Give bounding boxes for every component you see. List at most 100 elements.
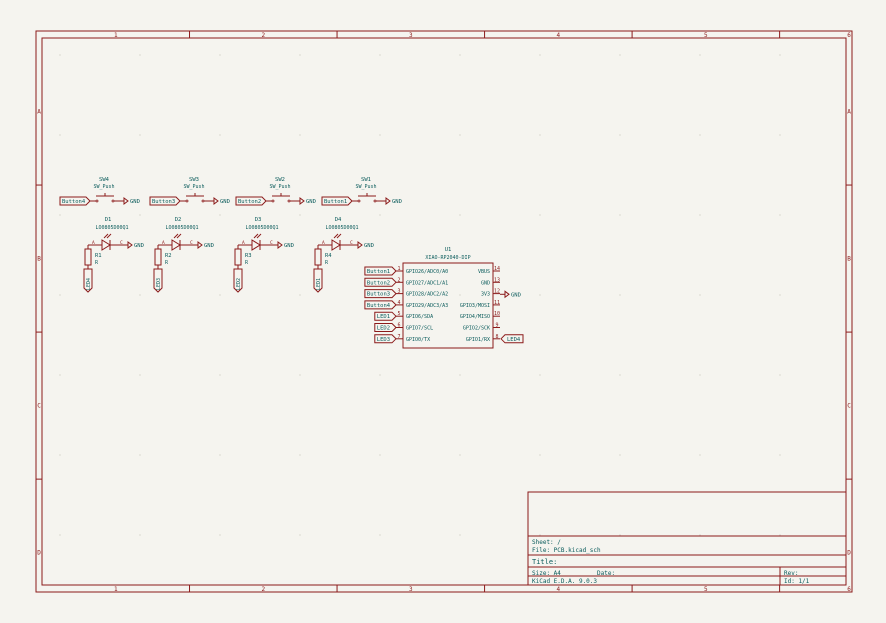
pin-name: GPIO4/MISO <box>460 314 490 320</box>
row-marker: C <box>847 403 851 410</box>
pin-number: 8 <box>495 334 498 340</box>
grid-dot <box>299 134 301 136</box>
grid-dot <box>619 374 621 376</box>
grid-dot <box>779 374 781 376</box>
title-block-rev: Rev: <box>784 570 798 577</box>
net-label[interactable]: LED3 <box>156 278 162 290</box>
pin-name: GPIO29/ADC3/A3 <box>406 303 448 309</box>
ground-label: GND <box>134 243 144 249</box>
grid-dot <box>59 294 61 296</box>
grid-dot <box>779 54 781 56</box>
ground-label: GND <box>511 292 521 298</box>
grid-dot <box>699 134 701 136</box>
grid-dot <box>619 454 621 456</box>
led-reference: D4 <box>335 217 342 223</box>
net-label[interactable]: Button4 <box>62 199 86 205</box>
ground-label: GND <box>364 243 374 249</box>
grid-dot <box>379 134 381 136</box>
grid-dot <box>699 54 701 56</box>
pin-number: 10 <box>494 311 500 317</box>
grid-dot <box>619 294 621 296</box>
grid-dot <box>779 294 781 296</box>
pin-number: 4 <box>397 300 400 306</box>
grid-dot <box>139 214 141 216</box>
net-label[interactable]: Button1 <box>324 199 347 205</box>
grid-dot <box>379 454 381 456</box>
ground-label: GND <box>392 199 402 205</box>
net-label[interactable]: LED4 <box>86 278 92 290</box>
pin-name: GPIO3/MOSI <box>460 303 490 309</box>
grid-dot <box>139 534 141 536</box>
title-block-id: Id: 1/1 <box>784 578 810 585</box>
net-label[interactable]: Button1 <box>367 269 390 275</box>
grid-dot <box>619 134 621 136</box>
column-marker: 6 <box>847 32 851 39</box>
title-block-size: Size: A4 <box>532 570 561 577</box>
grid-dot <box>299 214 301 216</box>
grid-dot <box>539 374 541 376</box>
grid-dot <box>539 534 541 536</box>
ground-label: GND <box>284 243 294 249</box>
grid-dot <box>619 54 621 56</box>
pin-number: 5 <box>397 311 400 317</box>
switch-value: SW_Push <box>183 184 204 190</box>
grid-dot <box>379 214 381 216</box>
net-label[interactable]: LED4 <box>507 337 521 343</box>
grid-dot <box>619 534 621 536</box>
mcu-reference: U1 <box>445 247 452 253</box>
pin-name: 3V3 <box>481 292 490 298</box>
pin-name: GPIO26/ADC0/A0 <box>406 269 448 275</box>
net-label[interactable]: LED2 <box>377 326 390 332</box>
switch-value: SW_Push <box>93 184 114 190</box>
net-label[interactable]: Button4 <box>367 303 391 309</box>
pin-number: 1 <box>397 266 400 272</box>
grid-dot <box>219 374 221 376</box>
grid-dot <box>459 374 461 376</box>
grid-dot <box>139 134 141 136</box>
net-label[interactable]: Button3 <box>152 199 175 205</box>
net-label[interactable]: Button2 <box>367 280 390 286</box>
grid-dot <box>219 214 221 216</box>
pin-name: GPIO6/SDA <box>406 314 433 320</box>
column-marker: 4 <box>557 586 561 593</box>
net-label[interactable]: LED3 <box>377 337 390 343</box>
pin-number: 9 <box>495 323 498 329</box>
pin-number: 14 <box>494 266 500 272</box>
switch-reference: SW3 <box>189 177 199 183</box>
grid-dot <box>139 454 141 456</box>
pin-number: 7 <box>397 334 400 340</box>
net-label[interactable]: Button2 <box>238 199 261 205</box>
title-block-file: File: PCB.kicad_sch <box>532 547 601 554</box>
column-marker: 1 <box>114 32 118 39</box>
led-value: LO0805D00Q1 <box>245 225 278 231</box>
net-label[interactable]: Button3 <box>367 292 390 298</box>
led-value: LO0805D00Q1 <box>325 225 358 231</box>
column-marker: 3 <box>409 32 413 39</box>
grid-dot <box>459 534 461 536</box>
ground-label: GND <box>130 199 140 205</box>
net-label[interactable]: LED1 <box>316 278 322 290</box>
ground-label: GND <box>220 199 230 205</box>
title-block-sheet: Sheet: / <box>532 539 561 546</box>
grid-dot <box>699 294 701 296</box>
switch-value: SW_Push <box>269 184 290 190</box>
led-value: LO0805D00Q1 <box>165 225 198 231</box>
pin-name: GPIO28/ADC2/A2 <box>406 292 448 298</box>
pin-name: GND <box>481 280 490 286</box>
net-label[interactable]: LED1 <box>377 314 390 320</box>
net-label[interactable]: LED2 <box>236 278 242 290</box>
grid-dot <box>139 54 141 56</box>
title-block-date: Date: <box>597 570 615 577</box>
grid-dot <box>699 214 701 216</box>
resistor-reference: R1 <box>95 253 102 259</box>
sheet-background <box>0 0 886 623</box>
grid-dot <box>459 214 461 216</box>
column-marker: 4 <box>557 32 561 39</box>
pin-number: 12 <box>494 289 500 295</box>
grid-dot <box>139 294 141 296</box>
pin-name: GPIO1/RX <box>466 337 490 343</box>
switch-reference: SW4 <box>99 177 110 183</box>
led-reference: D2 <box>175 217 182 223</box>
grid-dot <box>59 214 61 216</box>
grid-dot <box>299 534 301 536</box>
